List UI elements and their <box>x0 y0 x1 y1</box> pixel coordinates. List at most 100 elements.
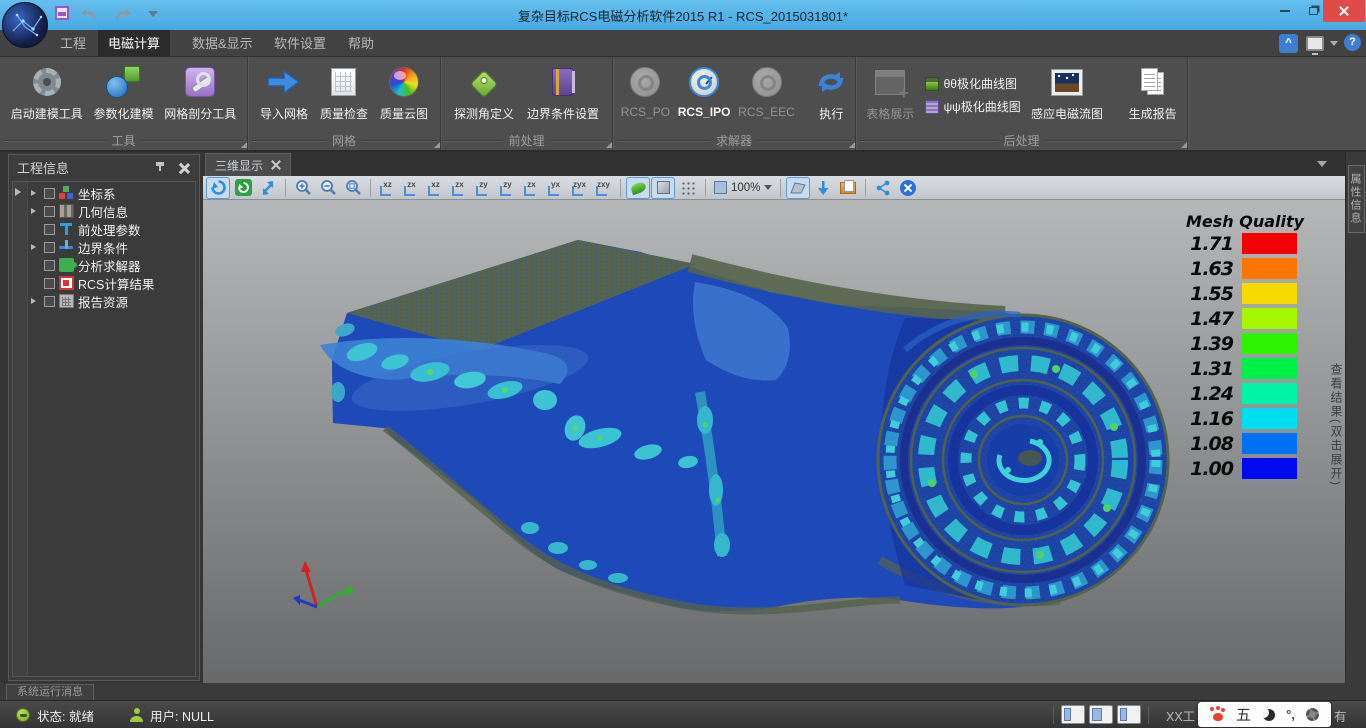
checkbox[interactable] <box>44 206 55 217</box>
quality-check-button[interactable]: 质量检查 <box>320 60 368 122</box>
zoom-out-icon[interactable] <box>317 178 339 198</box>
view-orientation-button[interactable]: zy <box>473 178 494 198</box>
import-mesh-button[interactable]: 导入网格 <box>260 60 308 122</box>
help-icon[interactable]: ? <box>1344 34 1361 51</box>
tab-close-icon[interactable] <box>271 160 281 170</box>
pan-view-button[interactable] <box>257 178 279 198</box>
expand-arrow-icon[interactable] <box>31 244 39 250</box>
legend-value: 1.63 <box>1175 258 1233 280</box>
view-orientation-button[interactable]: xz <box>377 178 398 198</box>
import-result-button[interactable] <box>812 178 834 198</box>
ime-settings-icon[interactable] <box>1306 708 1319 721</box>
copy-image-button[interactable] <box>837 178 859 198</box>
view-orientation-button[interactable]: zx <box>521 178 542 198</box>
gutter-arrow-icon[interactable] <box>15 188 25 196</box>
view-orientation-button[interactable]: zxy <box>593 178 614 198</box>
boundary-settings-button[interactable]: 边界条件设置 <box>527 60 599 122</box>
induced-current-map-button[interactable]: 感应电磁流图 <box>1031 60 1103 122</box>
ime-logo-icon[interactable] <box>1210 707 1225 722</box>
tree-item-report-resources[interactable]: 报告资源 <box>28 292 195 310</box>
view-orientation-button[interactable]: zx <box>401 178 422 198</box>
tree-item-rcs-results[interactable]: RCS计算结果 <box>28 274 195 292</box>
mesh-tool-button[interactable]: 网格剖分工具 <box>164 60 236 122</box>
view-orientation-button[interactable]: zy <box>497 178 518 198</box>
parametric-model-icon <box>106 66 140 98</box>
group-expand-icon[interactable] <box>1181 142 1187 148</box>
pin-icon[interactable] <box>153 161 167 175</box>
parametric-modeling-button[interactable]: 参数化建模 <box>93 60 153 122</box>
properties-collapsed-tab[interactable]: 属性信息 <box>1348 165 1365 233</box>
collapse-ribbon-icon[interactable]: ^ <box>1279 34 1298 53</box>
panel-close-icon[interactable] <box>177 161 191 175</box>
group-expand-icon[interactable] <box>241 142 247 148</box>
tree-item-coordinate-system[interactable]: 坐标系 <box>28 184 195 202</box>
menu-tab-data-display[interactable]: 数据&显示 <box>182 30 263 57</box>
view-orientation-button[interactable]: yx <box>545 178 566 198</box>
view-results-collapsed-tab[interactable]: 查看结果(双击展开) <box>1328 363 1345 487</box>
refresh-view-button[interactable] <box>232 178 254 198</box>
close-button[interactable] <box>1323 0 1365 22</box>
ime-toolbar[interactable]: 五 °, <box>1198 702 1331 727</box>
menu-tab-help[interactable]: 帮助 <box>338 30 384 57</box>
expand-arrow-icon[interactable] <box>31 190 39 196</box>
ime-punctuation-icon[interactable]: °, <box>1286 707 1295 722</box>
flat-shading-button[interactable] <box>652 178 674 198</box>
smooth-shading-button[interactable] <box>627 178 649 198</box>
zoom-level-control[interactable]: 100% <box>712 181 774 194</box>
expand-arrow-icon[interactable] <box>31 298 39 304</box>
tree-item-solver[interactable]: 分析求解器 <box>28 256 195 274</box>
checkbox[interactable] <box>44 242 55 253</box>
checkbox[interactable] <box>44 278 55 289</box>
tab-3d-display[interactable]: 三维显示 <box>205 153 291 176</box>
view-orientation-button[interactable]: xz <box>425 178 446 198</box>
zoom-fit-icon[interactable] <box>342 178 364 198</box>
app-logo[interactable] <box>2 2 48 48</box>
probe-angle-button[interactable]: 探测角定义 <box>454 60 514 122</box>
expand-arrow-icon[interactable] <box>31 208 39 214</box>
table-display-button[interactable]: 表格展示 <box>866 60 914 122</box>
menu-tab-project[interactable]: 工程 <box>50 30 96 57</box>
checkbox[interactable] <box>44 296 55 307</box>
group-expand-icon[interactable] <box>434 142 440 148</box>
wireframe-button[interactable] <box>677 178 699 198</box>
surface-select-button[interactable] <box>787 178 809 198</box>
execute-button[interactable]: 执行 <box>815 60 847 122</box>
rcs-eec-button[interactable]: RCS_EEC <box>738 60 795 119</box>
group-expand-icon[interactable] <box>606 142 612 148</box>
minimize-button[interactable] <box>1272 0 1298 22</box>
rcs-po-button[interactable]: RCS_PO <box>621 60 670 119</box>
display-style-dropdown-icon[interactable] <box>1330 41 1338 50</box>
legend-value: 1.08 <box>1175 433 1233 455</box>
launch-modeler-button[interactable]: 启动建模工具 <box>11 60 83 122</box>
layout-split-button[interactable] <box>1089 705 1113 724</box>
menu-tab-settings[interactable]: 软件设置 <box>264 30 336 57</box>
system-messages-tab[interactable]: 系统运行消息 <box>6 684 94 700</box>
layout-left-button[interactable] <box>1061 705 1085 724</box>
group-expand-icon[interactable] <box>849 142 855 148</box>
view-orientation-button[interactable]: zyx <box>569 178 590 198</box>
3d-viewport[interactable]: Mesh Quality 1.71 1.63 1.55 1.47 1.39 1.… <box>203 200 1345 683</box>
psi-polar-curve-button[interactable]: ψψ极化曲线图 <box>925 98 1021 115</box>
layout-panel-button[interactable] <box>1117 705 1141 724</box>
rotate-view-button[interactable] <box>207 178 229 198</box>
zoom-dropdown-icon[interactable] <box>764 185 772 194</box>
close-view-button[interactable] <box>897 178 919 198</box>
checkbox[interactable] <box>44 224 55 235</box>
quality-contour-button[interactable]: 质量云图 <box>380 60 428 122</box>
checkbox[interactable] <box>44 188 55 199</box>
ime-moon-icon[interactable] <box>1263 709 1275 721</box>
view-orientation-button[interactable]: zx <box>449 178 470 198</box>
tree-item-preprocess-params[interactable]: 前处理参数 <box>28 220 195 238</box>
zoom-in-icon[interactable] <box>292 178 314 198</box>
ime-mode-label[interactable]: 五 <box>1236 704 1251 725</box>
rcs-ipo-button[interactable]: RCS_IPO <box>678 60 731 119</box>
checkbox[interactable] <box>44 260 55 271</box>
tree-item-boundary-conditions[interactable]: 边界条件 <box>28 238 195 256</box>
menu-tab-em-compute[interactable]: 电磁计算 <box>98 30 170 57</box>
generate-report-button[interactable]: 生成报告 <box>1129 60 1177 122</box>
tree-item-geometry-info[interactable]: 几何信息 <box>28 202 195 220</box>
display-style-icon[interactable] <box>1306 36 1324 51</box>
share-view-button[interactable] <box>872 178 894 198</box>
theta-polar-curve-button[interactable]: θθ极化曲线图 <box>925 75 1021 92</box>
tab-overflow-icon[interactable] <box>1317 161 1327 172</box>
